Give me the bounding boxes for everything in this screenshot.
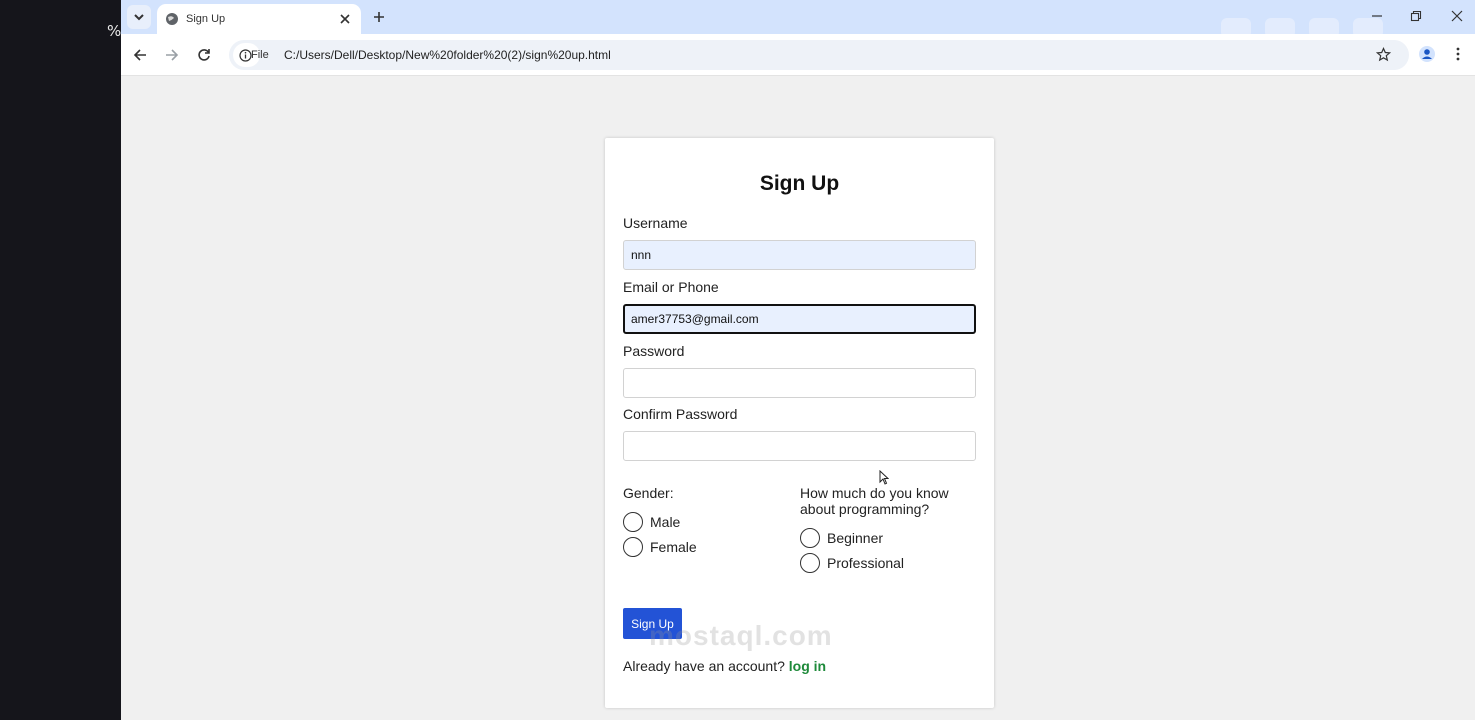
login-prompt: Already have an account? log in <box>623 658 826 674</box>
radio-label: Female <box>650 539 697 555</box>
chip-label: File <box>251 49 269 61</box>
back-button[interactable] <box>127 42 153 68</box>
new-tab-button[interactable] <box>369 7 389 27</box>
browser-menu-button[interactable] <box>1447 42 1469 66</box>
reload-button[interactable] <box>191 42 217 68</box>
window-close-icon <box>1451 10 1463 22</box>
close-icon <box>340 14 350 24</box>
skill-label-line2: about programming? <box>800 501 930 517</box>
confirm-password-input[interactable] <box>623 431 976 461</box>
radio-button[interactable] <box>623 512 643 532</box>
browser-window: Sign Up File C:/Users/Dell/Desktop/New%2… <box>121 0 1475 720</box>
gender-label: Gender: <box>623 485 674 501</box>
username-input[interactable] <box>623 240 976 270</box>
tab-strip: Sign Up <box>121 0 1475 38</box>
radio-button[interactable] <box>800 553 820 573</box>
email-input[interactable] <box>623 304 976 334</box>
radio-label: Male <box>650 514 681 530</box>
tab-sign-up[interactable]: Sign Up <box>157 4 361 34</box>
tab-title: Sign Up <box>186 13 226 25</box>
url-text[interactable]: C:/Users/Dell/Desktop/New%20folder%20(2)… <box>284 48 611 62</box>
minimize-icon <box>1372 15 1382 17</box>
tab-search-button[interactable] <box>127 5 151 29</box>
radio-button[interactable] <box>800 528 820 548</box>
menu-icon <box>1456 47 1460 61</box>
globe-icon <box>166 13 178 25</box>
minimize-button[interactable] <box>1364 6 1390 26</box>
gender-option-female[interactable]: Female <box>623 537 697 557</box>
site-info-chip[interactable]: File <box>233 43 269 67</box>
star-icon <box>1375 46 1391 61</box>
reload-icon <box>198 49 210 61</box>
radio-label: Beginner <box>827 530 884 546</box>
radio-button[interactable] <box>623 537 643 557</box>
profile-button[interactable] <box>1415 42 1439 66</box>
profile-icon <box>1419 46 1435 62</box>
password-label: Password <box>623 343 685 359</box>
page-viewport: Sign Up Username Email or Phone Password… <box>121 76 1475 720</box>
login-prompt-text: Already have an account? <box>623 658 785 674</box>
desktop-left-panel: % <box>0 0 121 720</box>
address-bar[interactable]: File C:/Users/Dell/Desktop/New%20folder%… <box>229 40 1409 70</box>
skill-label-line1: How much do you know <box>800 485 949 501</box>
username-label: Username <box>623 215 688 231</box>
radio-label: Professional <box>827 555 905 571</box>
plus-icon <box>374 12 384 22</box>
skill-option-beginner[interactable]: Beginner <box>800 528 883 548</box>
tab-search-icon <box>134 14 144 21</box>
password-input[interactable] <box>623 368 976 398</box>
cursor-icon <box>879 470 889 485</box>
forward-icon <box>166 49 179 61</box>
back-icon <box>133 49 146 61</box>
restore-icon <box>1410 10 1422 22</box>
close-tab-button[interactable] <box>336 10 354 28</box>
forward-button[interactable] <box>159 42 185 68</box>
skill-option-professional[interactable]: Professional <box>800 553 904 573</box>
restore-button[interactable] <box>1403 6 1429 26</box>
confirm-password-label: Confirm Password <box>623 406 738 422</box>
left-glyph: % <box>107 22 122 40</box>
window-close-button[interactable] <box>1444 6 1470 26</box>
bookmark-button[interactable] <box>1371 42 1395 66</box>
email-label: Email or Phone <box>623 279 719 295</box>
skill-label: How much do you know about programming? <box>800 485 949 517</box>
page-title: Sign Up <box>759 172 840 195</box>
browser-toolbar: File C:/Users/Dell/Desktop/New%20folder%… <box>121 34 1475 76</box>
watermark: mostaql.com <box>649 620 833 651</box>
gender-option-male[interactable]: Male <box>623 512 680 532</box>
login-link[interactable]: log in <box>789 658 826 674</box>
